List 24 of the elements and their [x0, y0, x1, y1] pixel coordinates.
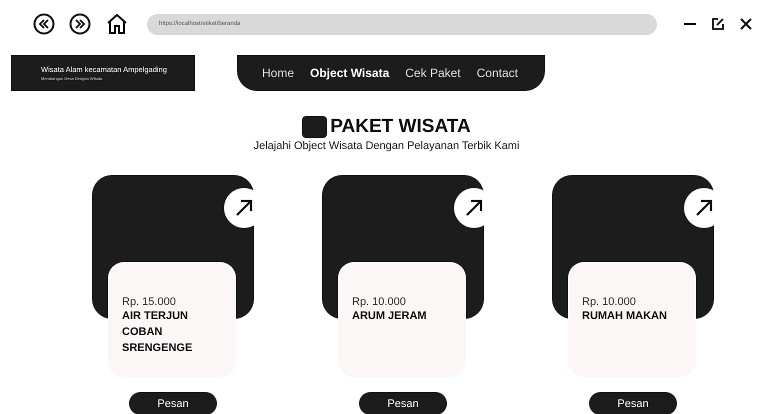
forward-icon[interactable]: [69, 13, 91, 35]
home-icon[interactable]: [105, 12, 129, 36]
nav-link[interactable]: Home: [262, 66, 294, 80]
order-button[interactable]: Pesan: [359, 392, 447, 414]
package-name: RUMAH MAKAN: [582, 309, 668, 324]
section-subtitle: Jelajahi Object Wisata Dengan Pelayanan Terbik Kami: [254, 140, 520, 152]
package-price: Rp. 15.000: [122, 296, 177, 308]
section-title: PAKET WISATA: [330, 116, 471, 138]
nav-link[interactable]: Object Wisata: [310, 66, 390, 80]
package-name: AIR TERJUN COBAN SRENGENGE: [122, 309, 194, 356]
package-price: Rp. 10.000: [352, 296, 407, 308]
close-icon[interactable]: [739, 17, 753, 31]
edit-icon[interactable]: [711, 17, 725, 31]
package-price: Rp. 10.000: [582, 296, 637, 308]
title-square: [302, 116, 328, 138]
arrow-icon: [694, 198, 714, 218]
order-button[interactable]: Pesan: [129, 392, 217, 414]
package-name: ARUM JERAM: [352, 309, 428, 324]
order-button[interactable]: Pesan: [589, 392, 677, 414]
arrow-icon: [234, 198, 254, 218]
back-icon[interactable]: [33, 13, 55, 35]
arrow-icon: [464, 198, 484, 218]
nav-link[interactable]: Contact: [476, 66, 518, 80]
nav-link[interactable]: Cek Paket: [405, 66, 461, 80]
